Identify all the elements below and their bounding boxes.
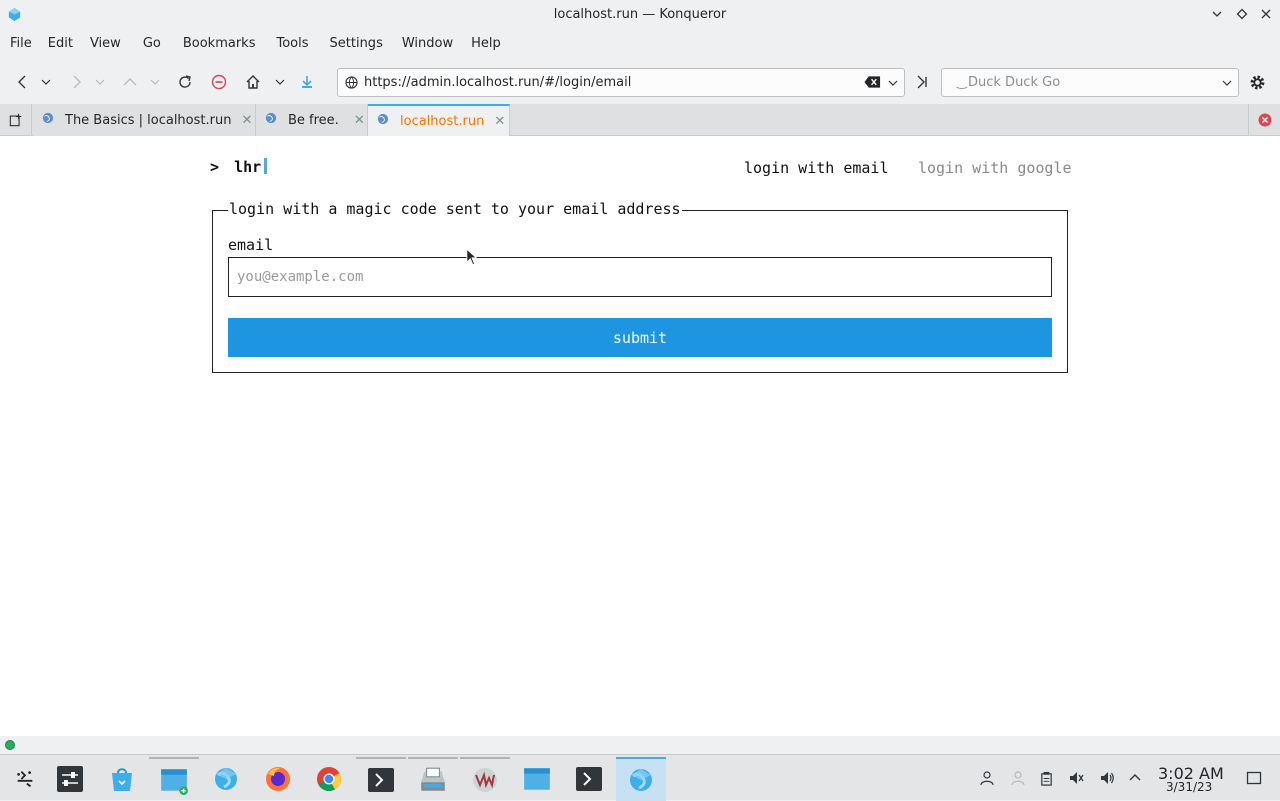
url-history-chevron-icon[interactable] bbox=[888, 77, 898, 92]
menu-tools[interactable]: Tools bbox=[264, 30, 320, 58]
home-chevron-icon[interactable] bbox=[272, 70, 288, 94]
menu-window[interactable]: Window bbox=[392, 30, 463, 58]
new-tab-icon[interactable] bbox=[0, 104, 32, 136]
taskbar bbox=[0, 754, 1280, 801]
files-icon[interactable] bbox=[512, 757, 562, 801]
go-arrow-icon[interactable] bbox=[910, 70, 934, 94]
clock-date[interactable]: 3/31/23 bbox=[1166, 780, 1212, 794]
firefox-icon[interactable] bbox=[253, 757, 303, 801]
konqueror-active-task-icon[interactable] bbox=[616, 757, 666, 801]
download-icon[interactable] bbox=[295, 70, 319, 94]
menu-bookmarks[interactable]: Bookmarks bbox=[174, 30, 265, 58]
tab-bar: The Basics | localhost.run ✕ Be free. ✕ … bbox=[0, 104, 1280, 136]
globe-icon bbox=[377, 113, 389, 129]
system-settings-icon[interactable] bbox=[45, 757, 95, 801]
back-arrow-icon[interactable] bbox=[11, 70, 35, 94]
login-with-email-link[interactable]: login with email bbox=[744, 159, 889, 177]
show-desktop-icon[interactable] bbox=[1244, 768, 1264, 788]
tray-expand-chevron-icon[interactable] bbox=[1125, 768, 1145, 788]
menu-edit[interactable]: Edit bbox=[40, 30, 81, 58]
site-logo[interactable]: > lhr bbox=[210, 158, 268, 176]
clipboard-icon[interactable] bbox=[1036, 768, 1056, 788]
tab-the-basics[interactable]: The Basics | localhost.run ✕ bbox=[33, 104, 256, 136]
menu-settings[interactable]: Settings bbox=[321, 30, 392, 58]
logo-cursor bbox=[264, 158, 268, 174]
user-switch-icon[interactable] bbox=[1008, 768, 1028, 788]
up-arrow-icon[interactable] bbox=[118, 70, 142, 94]
mute-icon[interactable] bbox=[1066, 768, 1086, 788]
virt-manager-icon[interactable] bbox=[460, 757, 510, 801]
konqueror-app-icon bbox=[8, 7, 21, 22]
reload-icon[interactable] bbox=[173, 70, 197, 94]
search-input[interactable]: Duck Duck Go bbox=[968, 75, 1060, 90]
forward-history-chevron-icon[interactable] bbox=[92, 70, 108, 94]
connection-status-icon bbox=[5, 740, 15, 750]
window-title: localhost.run — Konqueror bbox=[553, 7, 727, 22]
email-field[interactable] bbox=[228, 257, 1052, 297]
close-window-icon[interactable] bbox=[1257, 5, 1275, 23]
menu-go[interactable]: Go bbox=[130, 30, 174, 58]
logo-prompt: > bbox=[210, 158, 220, 176]
form-legend: login with a magic code sent to your ema… bbox=[228, 200, 682, 218]
status-bar bbox=[0, 736, 1280, 754]
window-titlebar: localhost.run — Konqueror bbox=[0, 0, 1280, 29]
tab-close-icon[interactable]: ✕ bbox=[354, 113, 365, 128]
email-label: email bbox=[228, 236, 274, 254]
url-text[interactable]: https://admin.localhost.run/#/login/emai… bbox=[364, 75, 631, 90]
globe-icon bbox=[345, 76, 358, 93]
search-bar[interactable]: ‿ Duck Duck Go bbox=[941, 68, 1239, 97]
discover-icon[interactable] bbox=[97, 757, 147, 801]
settings-gear-icon[interactable] bbox=[1245, 70, 1269, 94]
tab-label: The Basics | localhost.run bbox=[65, 112, 232, 128]
logo-text: lhr bbox=[234, 158, 262, 176]
url-bar[interactable]: https://admin.localhost.run/#/login/emai… bbox=[337, 68, 905, 97]
tab-close-icon[interactable]: ✕ bbox=[494, 114, 505, 129]
scanner-icon[interactable] bbox=[408, 757, 458, 801]
close-tab-icon[interactable] bbox=[1248, 104, 1280, 136]
home-icon[interactable] bbox=[241, 70, 265, 94]
chrome-icon[interactable] bbox=[304, 757, 354, 801]
search-engine-chevron-icon[interactable] bbox=[1222, 77, 1232, 92]
tab-label: Be free. bbox=[288, 112, 339, 128]
mouse-pointer-icon bbox=[466, 248, 478, 270]
maximize-icon[interactable] bbox=[1233, 5, 1251, 23]
submit-button[interactable]: submit bbox=[228, 318, 1052, 357]
terminal-icon[interactable] bbox=[356, 757, 406, 801]
menu-help[interactable]: Help bbox=[463, 30, 509, 58]
stop-icon[interactable] bbox=[207, 70, 231, 94]
globe-icon bbox=[265, 112, 277, 128]
tab-close-icon[interactable]: ✕ bbox=[241, 113, 252, 128]
menubar: File Edit View Go Bookmarks Tools Settin… bbox=[0, 30, 1280, 58]
menu-file[interactable]: File bbox=[2, 30, 40, 58]
web-page: > lhr login with email login with google… bbox=[0, 136, 1280, 736]
forward-arrow-icon[interactable] bbox=[64, 70, 88, 94]
volume-icon[interactable] bbox=[1097, 768, 1117, 788]
up-chevron-icon[interactable] bbox=[147, 70, 163, 94]
konqueror-icon[interactable] bbox=[201, 757, 251, 801]
tab-localhost-run[interactable]: localhost.run ✕ bbox=[368, 104, 510, 136]
search-engine-icon[interactable]: ‿ bbox=[957, 75, 967, 89]
clear-url-icon[interactable] bbox=[864, 75, 881, 93]
tab-label: localhost.run bbox=[400, 113, 485, 129]
application-launcher-icon[interactable] bbox=[0, 757, 50, 801]
tab-be-free[interactable]: Be free. ✕ bbox=[256, 104, 368, 136]
globe-icon bbox=[42, 112, 54, 128]
back-history-chevron-icon[interactable] bbox=[38, 70, 54, 94]
minimize-icon[interactable] bbox=[1208, 5, 1226, 23]
menu-view[interactable]: View bbox=[81, 30, 130, 58]
login-with-google-link[interactable]: login with google bbox=[918, 159, 1072, 177]
user-icon[interactable] bbox=[977, 768, 997, 788]
terminal-2-icon[interactable] bbox=[564, 757, 614, 801]
dolphin-file-manager-icon[interactable] bbox=[149, 757, 199, 801]
